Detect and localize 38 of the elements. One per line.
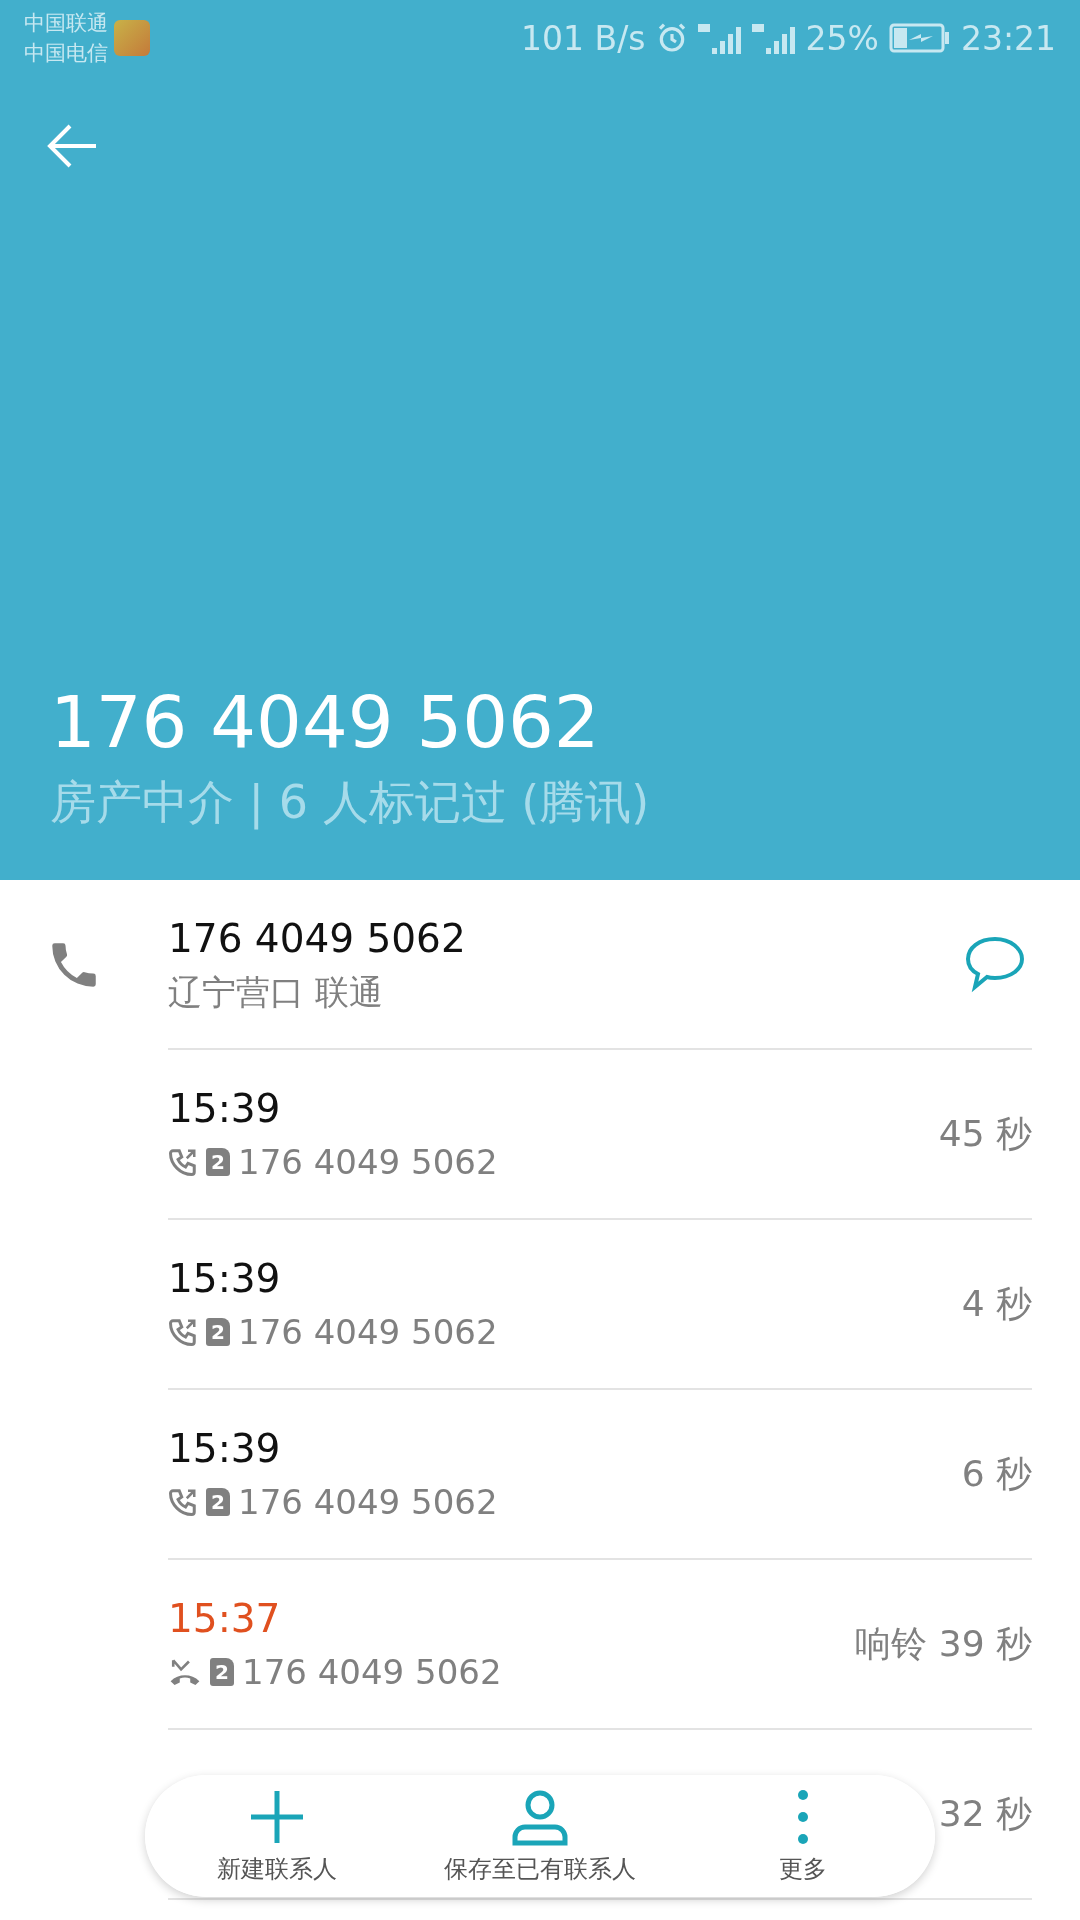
outgoing-call-icon: [168, 1147, 198, 1177]
battery-charging-icon: [888, 23, 951, 53]
signal-icon: [697, 22, 742, 54]
call-duration: 6 秒: [961, 1451, 1032, 1496]
call-time: 15:39: [168, 1085, 282, 1133]
message-icon[interactable]: [964, 935, 1026, 993]
phone-number-title: 176 4049 5062: [49, 679, 601, 766]
call-time: 15:39: [168, 1425, 282, 1473]
sim-badge: 2: [210, 1658, 234, 1686]
action-button[interactable]: 保存至已有联系人: [444, 1787, 636, 1885]
call-number: 176 4049 5062: [238, 1141, 498, 1184]
call-number: 176 4049 5062: [242, 1651, 502, 1694]
outgoing-call-icon: [168, 1317, 198, 1347]
call-duration: 4 秒: [961, 1281, 1032, 1326]
call-time: 15:37: [168, 1595, 282, 1643]
call-duration: 32 秒: [938, 1791, 1032, 1836]
call-number: 176 4049 5062: [238, 1311, 498, 1354]
contact-number[interactable]: 176 4049 5062: [168, 913, 466, 965]
outgoing-call-icon: [168, 1487, 198, 1517]
action-button[interactable]: 新建联系人: [216, 1787, 337, 1885]
network-speed: 101 B/s: [521, 18, 646, 58]
number-location: 辽宁营口 联通: [168, 971, 384, 1014]
missed-call-icon: [168, 1657, 202, 1687]
action-button[interactable]: 更多: [779, 1787, 828, 1885]
carrier-name: 中国电信: [24, 40, 108, 67]
clock-time: 23:21: [960, 18, 1056, 58]
sim-badge: 2: [206, 1148, 230, 1176]
call-duration: 响铃 39 秒: [855, 1621, 1032, 1666]
call-time: 15:39: [168, 1255, 282, 1303]
battery-percent: 25%: [805, 18, 879, 58]
app-notification-icon: [114, 20, 150, 56]
call-duration: 45 秒: [938, 1111, 1032, 1156]
sim-badge: 2: [206, 1488, 230, 1516]
number-tag: 房产中介 | 6 人标记过 (腾讯): [0, 770, 1080, 834]
signal-icon: [751, 22, 796, 54]
carrier-name: 中国联通: [24, 10, 108, 37]
sim-badge: 2: [206, 1318, 230, 1346]
call-number: 176 4049 5062: [238, 1481, 498, 1524]
